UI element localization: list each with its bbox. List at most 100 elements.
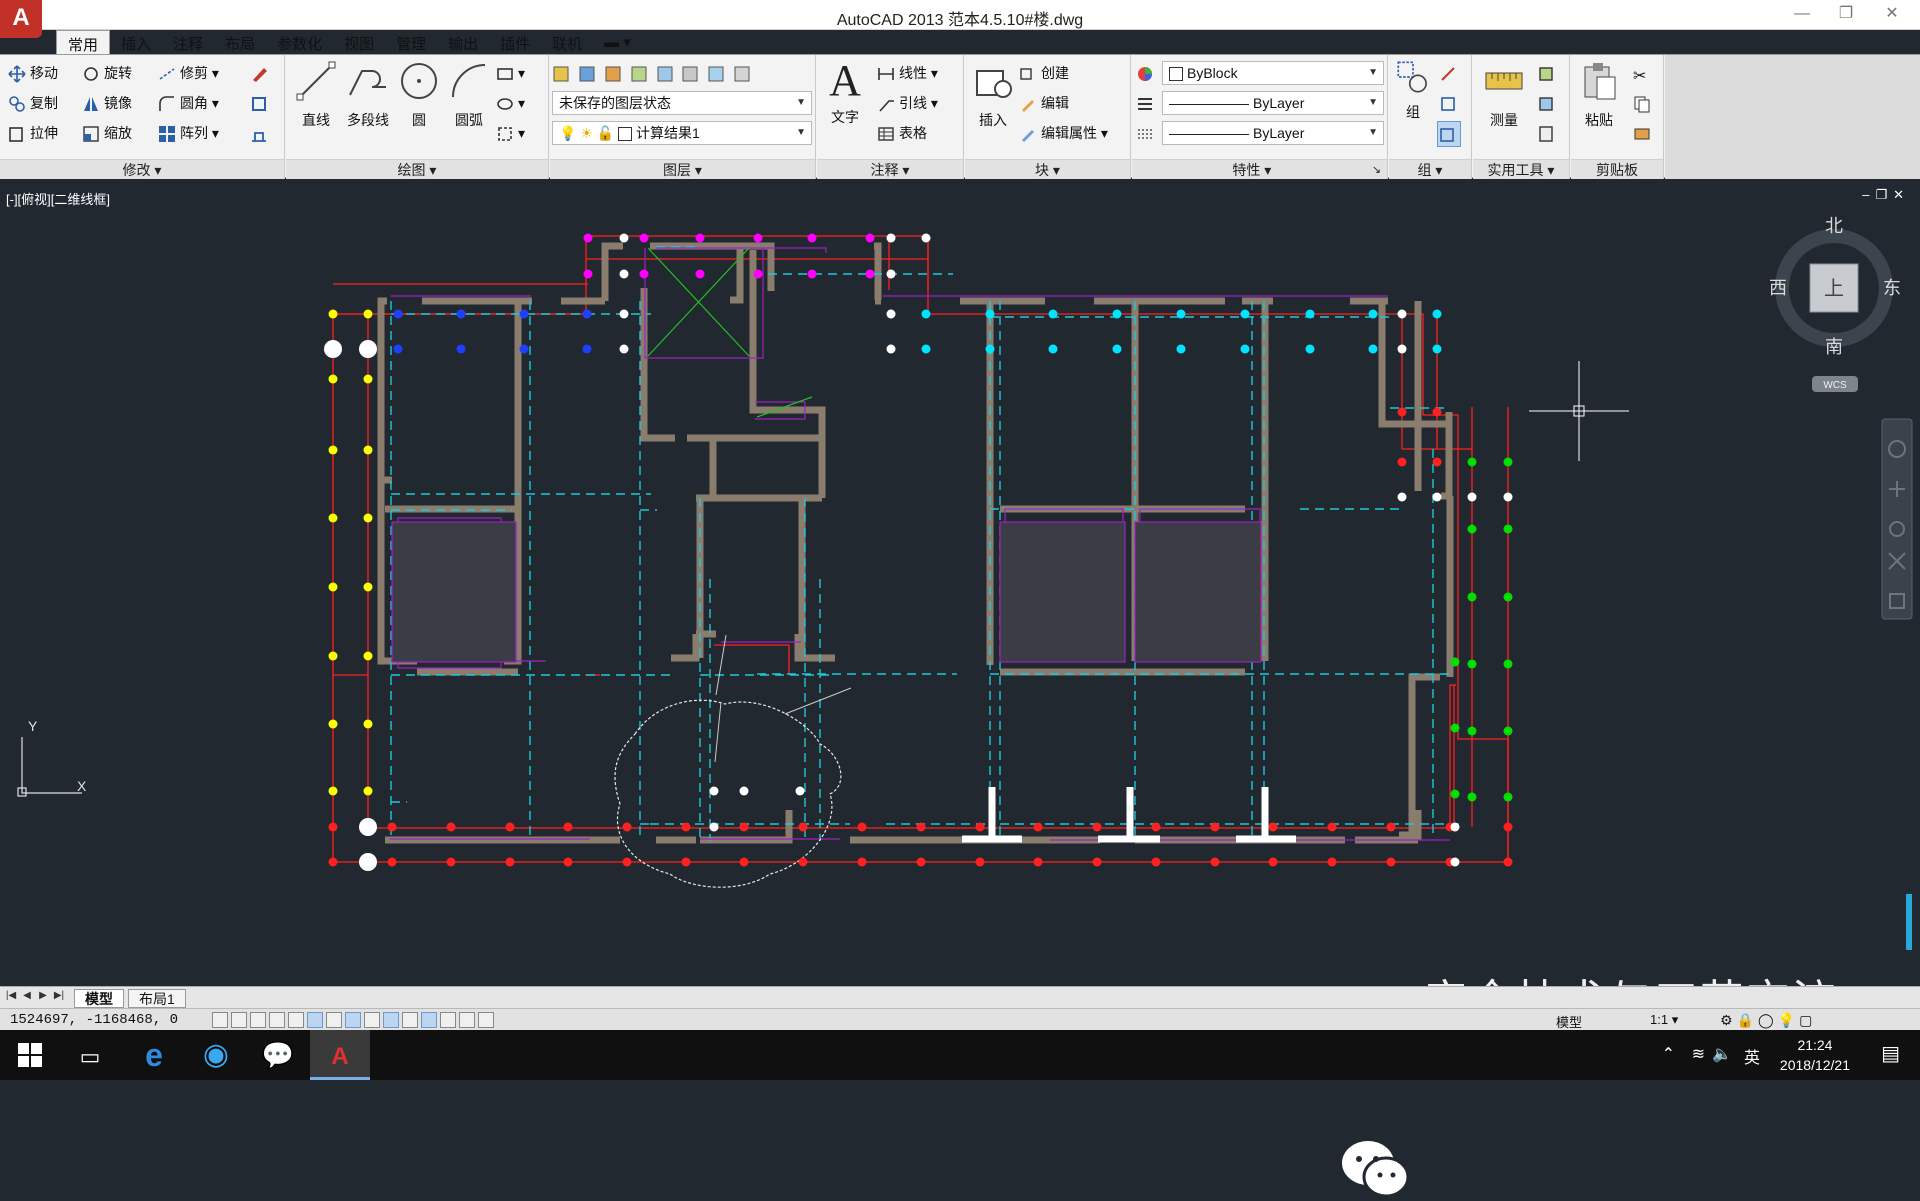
- stretch-button[interactable]: 拉伸: [8, 121, 58, 145]
- drawing-canvas[interactable]: [-][俯视][二维线框] –❐✕ Y X 上 北 南 东 西 WCS: [0, 179, 1920, 1198]
- viewcube[interactable]: 上 北 南 东 西 WCS: [1769, 216, 1901, 392]
- measure-button[interactable]: 测量: [1477, 59, 1531, 130]
- create-block-button[interactable]: 创建: [1019, 61, 1069, 85]
- volume-icon[interactable]: 🔈: [1712, 1044, 1732, 1064]
- task-view-button[interactable]: ▭: [60, 1030, 120, 1080]
- clean-screen-icon[interactable]: ▢: [1799, 1012, 1812, 1029]
- autocad-taskbar-button[interactable]: A: [310, 1030, 370, 1080]
- infer-constraints-toggle[interactable]: [212, 1012, 228, 1028]
- panel-draw-title[interactable]: 绘图 ▾: [286, 159, 548, 179]
- panel-modify-title[interactable]: 修改 ▾: [0, 159, 284, 179]
- scale-button[interactable]: 缩放: [82, 121, 132, 145]
- offset-button[interactable]: [250, 91, 272, 115]
- linetype-dropdown[interactable]: ByLayer ▼: [1162, 121, 1384, 145]
- selection-cycling-toggle[interactable]: [459, 1012, 475, 1028]
- edge-browser-button[interactable]: e: [124, 1030, 184, 1080]
- panel-block-title[interactable]: 块 ▾: [965, 159, 1130, 179]
- match-prop-button[interactable]: [1633, 121, 1655, 145]
- panel-layer-title[interactable]: 图层 ▾: [550, 159, 815, 179]
- panel-group-title[interactable]: 组 ▾: [1389, 159, 1471, 179]
- tab-layout[interactable]: 布局: [214, 30, 266, 54]
- tab-output[interactable]: 输出: [437, 30, 489, 54]
- rectangle-button[interactable]: ▾: [496, 61, 525, 85]
- quick-select-button[interactable]: [1537, 61, 1559, 85]
- polyline-button[interactable]: 多段线: [342, 59, 394, 130]
- network-icon[interactable]: ≋: [1692, 1044, 1705, 1064]
- viewcube-east[interactable]: 东: [1883, 278, 1901, 298]
- layer-properties-icon[interactable]: [552, 65, 570, 83]
- lineweight-dropdown[interactable]: ByLayer ▼: [1162, 91, 1384, 115]
- tab-parametric[interactable]: 参数化: [266, 30, 333, 54]
- maximize-button[interactable]: ❐: [1824, 3, 1868, 27]
- layer-off-icon[interactable]: [681, 65, 699, 83]
- cursor-coordinates[interactable]: 1524697, -1168468, 0: [10, 1012, 178, 1028]
- show-hidden-icons-button[interactable]: ⌃: [1662, 1044, 1675, 1064]
- copy-clip-button[interactable]: [1633, 91, 1655, 115]
- lock-ui-icon[interactable]: 🔒: [1737, 1012, 1754, 1029]
- panel-annotation-title[interactable]: 注释 ▾: [817, 159, 963, 179]
- layer-lock-icon[interactable]: [733, 65, 751, 83]
- panel-utilities-title[interactable]: 实用工具 ▾: [1473, 159, 1569, 179]
- copy-button[interactable]: 复制: [8, 91, 58, 115]
- wechat-button[interactable]: 💬: [248, 1030, 308, 1080]
- tab-layout1[interactable]: 布局1: [128, 989, 186, 1008]
- ungroup-button[interactable]: [1439, 61, 1461, 85]
- viewcube-north[interactable]: 北: [1825, 216, 1843, 236]
- viewcube-south[interactable]: 南: [1825, 337, 1843, 357]
- workspace-gear-icon[interactable]: ⚙: [1720, 1012, 1733, 1029]
- otrack-toggle[interactable]: [345, 1012, 361, 1028]
- arc-button[interactable]: 圆弧: [444, 59, 494, 130]
- explode-button[interactable]: [250, 121, 272, 145]
- group-button[interactable]: 组: [1393, 59, 1433, 122]
- close-button[interactable]: ✕: [1870, 3, 1914, 27]
- minimize-button[interactable]: —: [1780, 3, 1824, 27]
- trim-button[interactable]: 修剪 ▾: [158, 61, 219, 85]
- match-properties-button[interactable]: [1136, 61, 1158, 85]
- linear-dim-button[interactable]: 线性 ▾: [877, 61, 938, 85]
- tab-model[interactable]: 模型: [74, 989, 124, 1008]
- cut-button[interactable]: ✂: [1633, 61, 1655, 85]
- tab-plugins[interactable]: 插件: [489, 30, 541, 54]
- layer-isolate-icon[interactable]: [604, 65, 622, 83]
- layer-match-icon[interactable]: [707, 65, 725, 83]
- panel-properties-title[interactable]: 特性 ▾ ↘: [1132, 159, 1387, 179]
- layer-state-dropdown[interactable]: 未保存的图层状态 ▼: [552, 91, 812, 115]
- layer-freeze-icon[interactable]: [656, 65, 674, 83]
- group-edit-button[interactable]: [1439, 91, 1461, 115]
- tab-home[interactable]: 常用: [56, 30, 111, 54]
- lineweight-toggle[interactable]: [402, 1012, 418, 1028]
- ducs-toggle[interactable]: [364, 1012, 380, 1028]
- tab-insert[interactable]: 插入: [110, 30, 162, 54]
- move-button[interactable]: 移动: [8, 61, 58, 85]
- hatch-button[interactable]: ▾: [496, 91, 525, 115]
- transparency-toggle[interactable]: [421, 1012, 437, 1028]
- quick-properties-toggle[interactable]: [440, 1012, 456, 1028]
- calculator-button[interactable]: [1537, 121, 1559, 145]
- rotate-button[interactable]: 旋转: [82, 61, 132, 85]
- leader-button[interactable]: 引线 ▾: [877, 91, 938, 115]
- hardware-acceleration-icon[interactable]: ◯: [1758, 1012, 1774, 1029]
- windows-start-button[interactable]: [0, 1030, 60, 1080]
- circle-button[interactable]: 圆: [396, 59, 442, 130]
- table-button[interactable]: 表格: [877, 121, 927, 145]
- line-button[interactable]: 直线: [292, 59, 340, 130]
- prev-tab-button[interactable]: ◀: [20, 990, 34, 1004]
- select-all-button[interactable]: [1537, 91, 1559, 115]
- isolate-objects-icon[interactable]: 💡: [1778, 1012, 1795, 1029]
- layer-unisolate-icon[interactable]: [630, 65, 648, 83]
- model-space-button[interactable]: 模型: [1556, 1012, 1582, 1031]
- action-center-icon[interactable]: ▤: [1881, 1041, 1900, 1066]
- osnap-toggle[interactable]: [307, 1012, 323, 1028]
- tab-manage[interactable]: 管理: [385, 30, 437, 54]
- edit-attribute-button[interactable]: 编辑属性 ▾: [1019, 121, 1108, 145]
- array-button[interactable]: 阵列 ▾: [158, 121, 219, 145]
- grid-toggle[interactable]: [250, 1012, 266, 1028]
- edit-block-button[interactable]: 编辑: [1019, 91, 1069, 115]
- tab-annotate[interactable]: 注释: [162, 30, 214, 54]
- tab-online[interactable]: 联机: [541, 30, 593, 54]
- paste-button[interactable]: 粘贴: [1575, 59, 1623, 130]
- snap-toggle[interactable]: [231, 1012, 247, 1028]
- erase-button[interactable]: [250, 61, 272, 85]
- system-clock[interactable]: 21:24 2018/12/21: [1780, 1035, 1850, 1075]
- group-selection-toggle[interactable]: [1437, 121, 1461, 147]
